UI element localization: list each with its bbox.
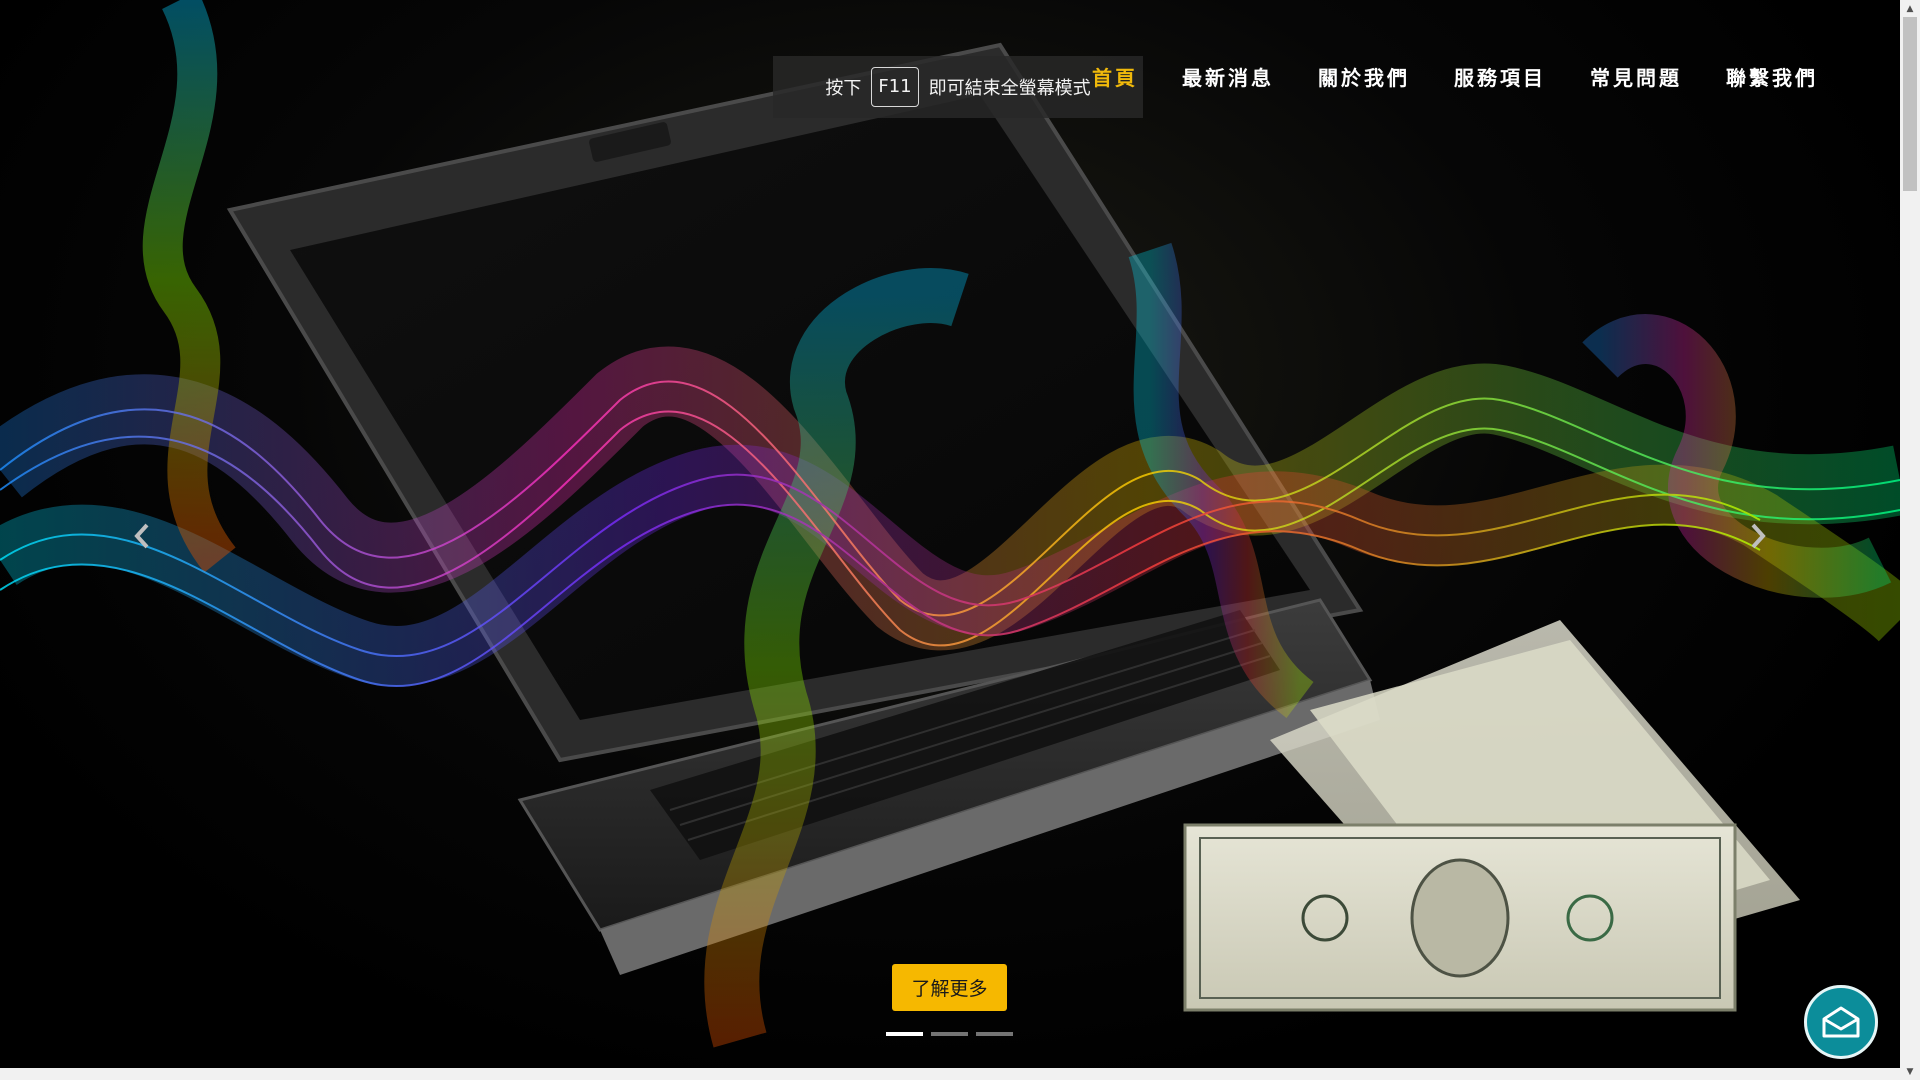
- carousel-indicator-2[interactable]: [931, 1032, 968, 1036]
- f11-key-badge: F11: [871, 67, 919, 107]
- learn-more-button[interactable]: 了解更多: [892, 964, 1007, 1011]
- vertical-scrollbar[interactable]: ▲ ▼: [1900, 0, 1920, 1080]
- nav-item-news[interactable]: 最新消息: [1160, 54, 1296, 99]
- carousel-indicator-1[interactable]: [886, 1032, 923, 1036]
- chevron-left-icon: [134, 523, 149, 549]
- mail-icon: [1822, 1006, 1860, 1038]
- nav-item-faq[interactable]: 常見問題: [1568, 54, 1704, 99]
- nav-item-contact[interactable]: 聯繫我們: [1704, 54, 1840, 99]
- nav-item-home[interactable]: 首頁: [1070, 54, 1160, 99]
- chevron-right-icon: [1751, 523, 1766, 549]
- hero-carousel: 按下 F11 即可結束全螢幕模式 首頁 最新消息 關於我們 服務項目 常見問題 …: [0, 0, 1900, 1068]
- contact-mail-button[interactable]: [1804, 985, 1878, 1059]
- main-nav: 首頁 最新消息 關於我們 服務項目 常見問題 聯繫我們: [1070, 54, 1840, 99]
- nav-item-services[interactable]: 服務項目: [1432, 54, 1568, 99]
- hero-image: [0, 0, 1900, 1048]
- carousel-indicators: [886, 1032, 1013, 1036]
- carousel-indicator-3[interactable]: [976, 1032, 1013, 1036]
- scroll-up-arrow-icon[interactable]: ▲: [1900, 0, 1920, 17]
- fullscreen-notice-prefix: 按下: [825, 78, 862, 99]
- carousel-prev-button[interactable]: [120, 514, 164, 558]
- fullscreen-notice-suffix: 即可結束全螢幕模式: [928, 78, 1091, 99]
- carousel-next-button[interactable]: [1736, 514, 1780, 558]
- horizontal-scrollbar: [0, 1068, 1900, 1080]
- nav-item-about[interactable]: 關於我們: [1296, 54, 1432, 99]
- scroll-down-arrow-icon[interactable]: ▼: [1900, 1063, 1920, 1080]
- scrollbar-thumb[interactable]: [1903, 17, 1917, 191]
